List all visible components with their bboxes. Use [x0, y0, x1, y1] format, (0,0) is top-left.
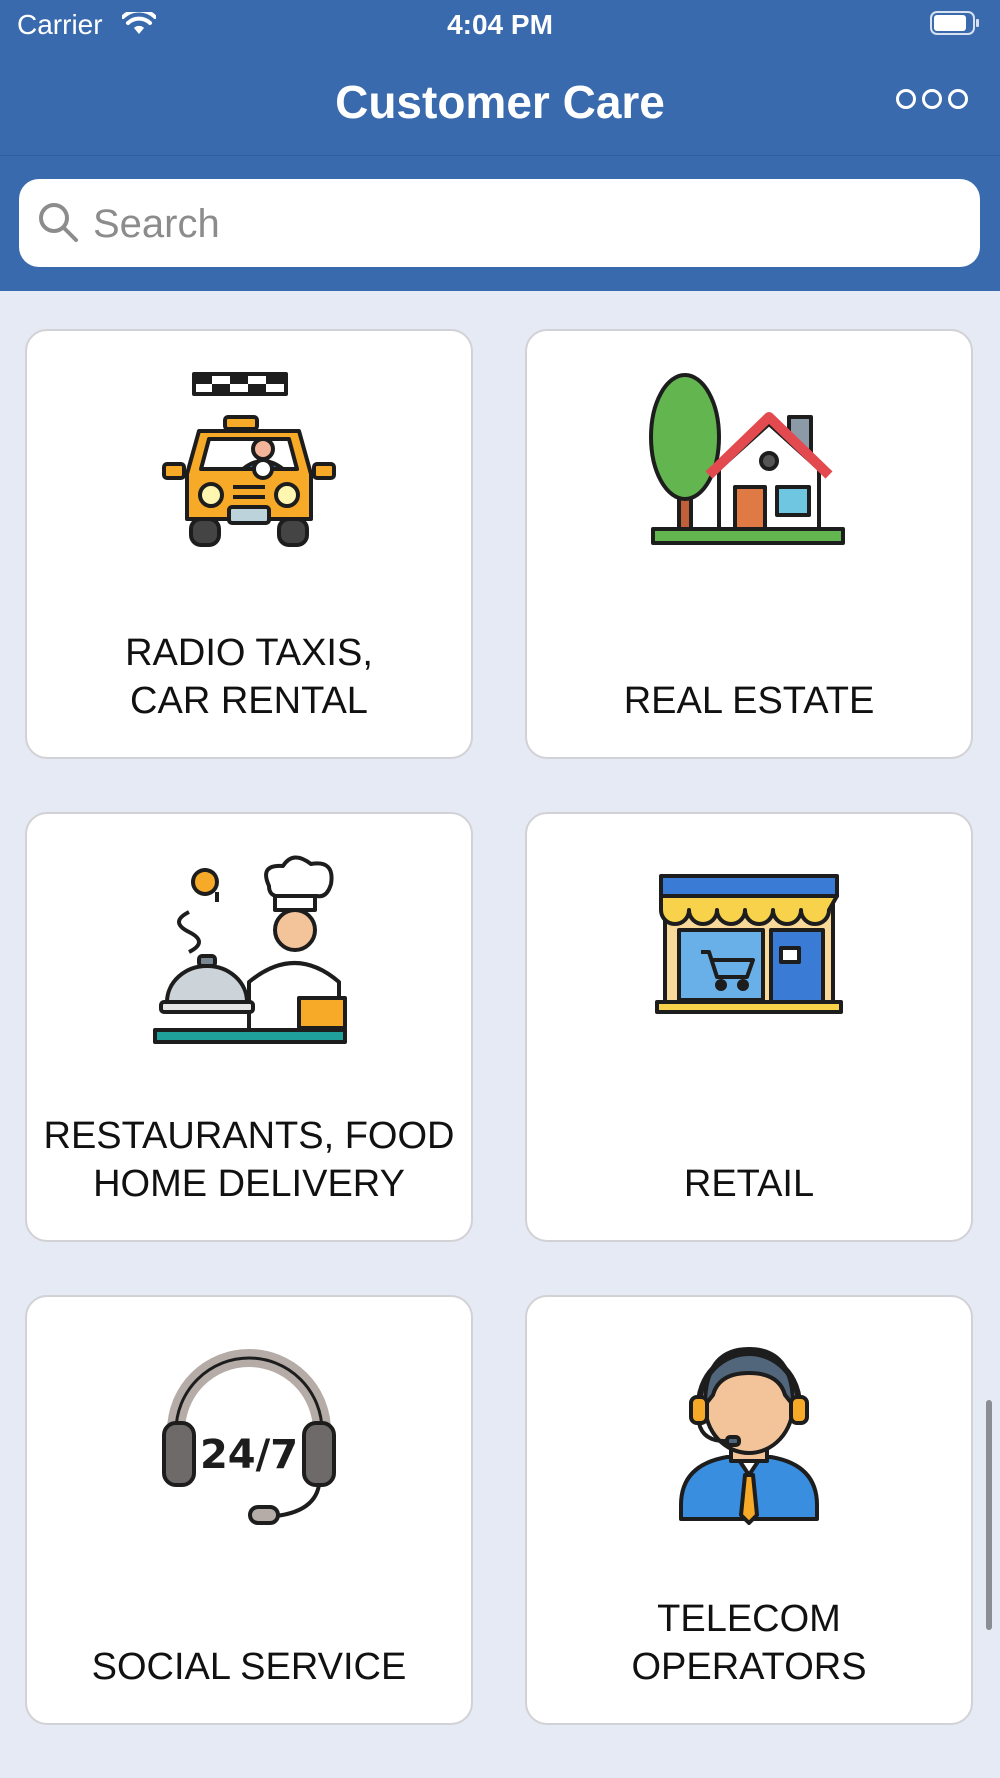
status-bar: Carrier 4:04 PM [0, 0, 1000, 50]
search-icon [39, 203, 78, 242]
more-icon[interactable] [896, 89, 968, 109]
search-input[interactable] [91, 179, 955, 269]
category-label: RESTAURANTS, FOOD HOME DELIVERY [43, 1115, 455, 1205]
category-label: REAL ESTATE [623, 680, 875, 722]
category-card-radio-taxis[interactable]: RADIO TAXIS, CAR RENTAL [25, 329, 473, 759]
category-label: SOCIAL SERVICE [91, 1646, 407, 1688]
category-card-restaurants[interactable]: RESTAURANTS, FOOD HOME DELIVERY [25, 812, 473, 1242]
store-icon [655, 874, 843, 1014]
clock: 4:04 PM [447, 9, 553, 40]
page-title: Customer Care [335, 76, 665, 128]
search-box[interactable] [19, 179, 980, 269]
category-label: TELECOM OPERATORS [631, 1598, 867, 1688]
category-card-retail[interactable]: RETAIL [525, 812, 973, 1242]
battery-icon [930, 11, 979, 35]
svg-text:24/7: 24/7 [200, 1432, 298, 1478]
category-label: RADIO TAXIS, CAR RENTAL [125, 632, 373, 722]
category-label: RETAIL [683, 1163, 815, 1205]
category-card-real-estate[interactable]: REAL ESTATE [525, 329, 973, 759]
operator-icon [679, 1347, 819, 1525]
chef-icon [153, 855, 347, 1044]
house-icon [649, 373, 845, 545]
category-card-telecom[interactable]: TELECOM OPERATORS [525, 1295, 973, 1725]
taxi-icon [162, 372, 336, 547]
headset-icon: 24/7 [162, 1349, 336, 1525]
scrollbar[interactable] [986, 1400, 992, 1630]
search-bar [0, 155, 1000, 291]
category-card-social-service[interactable]: 24/7 SOCIAL SERVICE [25, 1295, 473, 1725]
nav-bar: Carrier 4:04 PM Customer Care [0, 0, 1000, 155]
